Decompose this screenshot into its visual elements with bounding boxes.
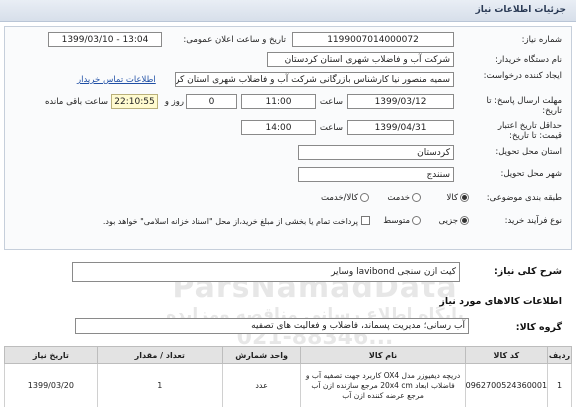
col-header-qty: تعداد / مقدار [96,346,223,364]
table-row[interactable]: 1 0962700524360001 دریچه دیفیوزر مدل OX4… [4,363,572,407]
buyer-label: نام دستگاه خریدار: [495,55,562,65]
category-radio-both[interactable] [360,193,369,202]
city-field: سنندج [298,167,454,182]
category-option-both[interactable]: کالا/خدمت [306,192,372,203]
buyer-contact-link[interactable]: اطلاعات تماس خریدار [77,75,156,85]
summary-title: شرح کلی نیاز: [493,266,562,277]
reply-deadline-label: مهلت ارسال پاسخ: تا تاریخ: [486,96,562,116]
province-label: استان محل تحویل: [495,147,562,157]
page-title: جزئیات اطلاعات نیاز [475,5,566,15]
days-label: روز و [164,97,184,107]
process-radio-medium[interactable] [412,216,421,225]
category-option-goods[interactable]: کالا [432,192,472,203]
cell-qty: 1 [96,363,223,407]
col-header-index: ردیف [547,346,572,364]
goods-table-header: ردیف کد کالا نام کالا واحد شمارش تعداد /… [4,346,572,364]
col-header-name: نام کالا [300,346,466,364]
buyer-field: شرکت آب و فاضلاب شهری استان کردستان [267,52,454,67]
cell-index: 1 [547,363,572,407]
process-medium-label: متوسط [383,216,410,226]
need-number-field: 1199007014000072 [292,32,454,47]
remaining-time-label: ساعت باقی مانده [44,97,108,107]
announce-date-label: تاریخ و ساعت اعلان عمومی: [183,35,286,45]
price-time-field: 14:00 [241,120,316,135]
need-number-label: شماره نیاز: [521,35,562,45]
announce-date-field: 1399/03/10 - 13:04 [48,32,162,47]
reply-time-field: 11:00 [241,94,316,109]
city-label: شهر محل تحویل: [500,169,562,179]
goods-section-title: اطلاعات کالاهای مورد نیاز [439,296,562,307]
process-label: نوع فرآیند خرید: [504,216,562,226]
category-label: طبقه بندی موضوعی: [486,193,562,203]
reply-time-label: ساعت [319,97,343,107]
watermark: ParsNamadData پایگاه اطلاع رسانی مناقصه … [150,270,480,350]
goods-group-label: گروه کالا: [515,322,562,333]
process-minor-label: جزیی [438,216,458,226]
goods-group-field: آب رسانی؛ مدیریت پسماند، فاضلاب و فعالیت… [75,318,469,334]
price-date-field: 1399/04/31 [347,120,454,135]
cell-name: دریچه دیفیوزر مدل OX4 کاربرد جهت تصفیه آ… [300,363,466,407]
creator-label: ایجاد کننده درخواست: [483,71,562,81]
category-goods-label: کالا [446,193,458,203]
remaining-time-field: 22:10:55 [111,94,158,109]
goods-table: ردیف کد کالا نام کالا واحد شمارش تعداد /… [4,346,572,407]
cell-code: 0962700524360001 [464,363,549,407]
creator-field: سمیه منصور نیا کارشناس بازرگانی شرکت آب … [175,72,454,87]
category-service-label: خدمت [387,193,410,203]
reply-date-field: 1399/03/12 [347,94,454,109]
category-both-label: کالا/خدمت [321,193,358,203]
cell-unit: عدد [221,363,302,407]
price-validity-label: حداقل تاریخ اعتبار قیمت: تا تاریخ: [497,121,562,141]
col-header-date: تاریخ نیاز [4,346,98,364]
days-field: 0 [186,94,237,109]
province-field: کردستان [298,145,454,160]
col-header-unit: واحد شمارش [221,346,302,364]
treasury-payment-checkbox[interactable] [361,216,370,225]
treasury-payment-note: پرداخت تمام یا بخشی از مبلغ خرید،از محل … [102,217,358,226]
category-option-service[interactable]: خدمت [376,192,424,203]
process-option-minor[interactable]: جزیی [432,215,472,226]
category-radio-goods[interactable] [460,193,469,202]
summary-field: کیت ازن سنجی lavibond وسایر [72,262,460,282]
col-header-code: کد کالا [464,346,549,364]
category-radio-service[interactable] [412,193,421,202]
price-time-label: ساعت [319,123,343,133]
process-radio-minor[interactable] [460,216,469,225]
cell-date: 1399/03/20 [4,363,98,407]
process-option-medium[interactable]: متوسط [376,215,424,226]
